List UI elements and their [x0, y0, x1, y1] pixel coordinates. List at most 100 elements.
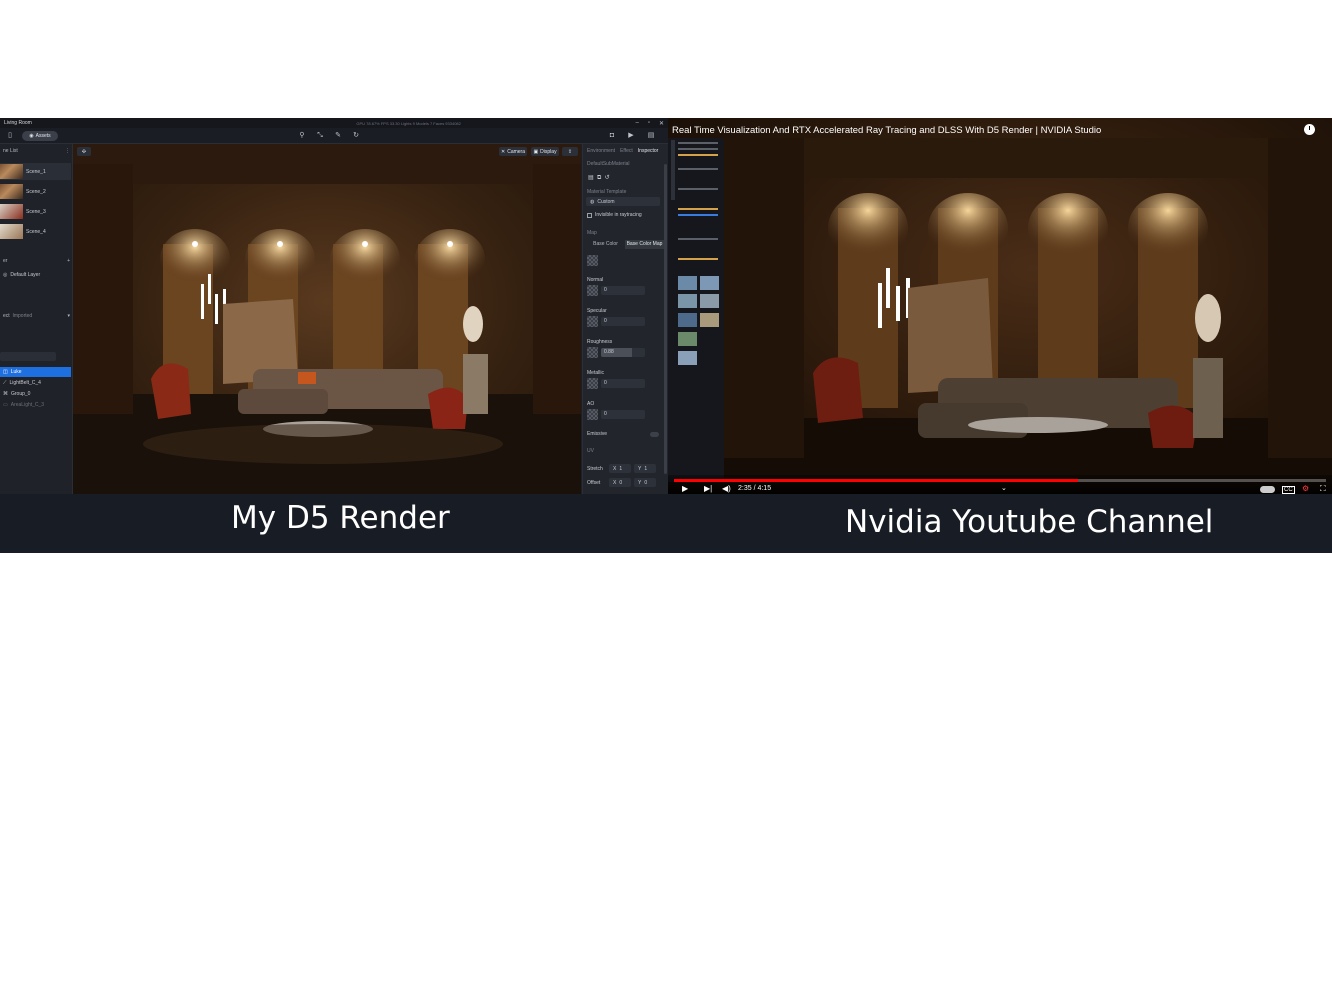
- display-icon: ▣: [533, 148, 539, 155]
- next-icon[interactable]: ▶|: [704, 484, 712, 493]
- subtitles-icon[interactable]: CC: [1282, 486, 1295, 494]
- scene-item[interactable]: Scene_1: [0, 163, 71, 180]
- normal-label: Normal: [587, 277, 604, 283]
- eye-icon[interactable]: ◎: [3, 272, 7, 278]
- render-viewport[interactable]: ✣ ✕ Camera ▣ Display ⇪: [73, 144, 581, 494]
- scene-item[interactable]: Scene_4: [0, 223, 71, 240]
- brush-icon[interactable]: ✎: [334, 132, 342, 140]
- panorama-icon[interactable]: ▤: [647, 132, 655, 140]
- stretch-label: Stretch: [587, 466, 603, 472]
- chevron-down-icon[interactable]: ⌄: [1001, 484, 1007, 493]
- object-row[interactable]: ▭ AreaLight_C_3: [0, 400, 71, 410]
- video-frame[interactable]: [668, 118, 1332, 494]
- object-row[interactable]: ◫ Luke: [0, 367, 71, 377]
- roughness-slider[interactable]: 0.88: [601, 348, 645, 357]
- emissive-toggle[interactable]: [650, 432, 659, 437]
- video-title[interactable]: Real Time Visualization And RTX Accelera…: [672, 125, 1101, 136]
- object-row[interactable]: ⟋ LightBelt_C_4: [0, 378, 71, 388]
- offset-label: Offset: [587, 480, 601, 486]
- specular-label: Specular: [587, 308, 607, 314]
- object-row[interactable]: ⌘ Group_0: [0, 389, 71, 399]
- scene-thumbnail: [0, 204, 23, 219]
- tab-effect[interactable]: Effect: [620, 148, 633, 154]
- light-belt-icon: ⟋: [3, 380, 7, 386]
- offset-x-input[interactable]: X 0: [609, 478, 631, 487]
- display-button[interactable]: ▣ Display: [531, 147, 559, 156]
- emissive-label: Emissive: [587, 431, 608, 437]
- window-title: Living Room: [4, 120, 32, 126]
- tab-imported[interactable]: Imported: [12, 313, 32, 319]
- template-label: Material Template: [587, 189, 627, 195]
- volume-icon[interactable]: ◀): [722, 484, 731, 493]
- specular-map-slot[interactable]: [587, 316, 598, 327]
- video-icon[interactable]: ▶: [627, 132, 635, 140]
- tab-base-color[interactable]: Base Color: [586, 240, 625, 249]
- roughness-map-slot[interactable]: [587, 347, 598, 358]
- share-dropdown[interactable]: ⇪: [562, 147, 578, 156]
- object-name: Group_0: [11, 391, 31, 397]
- screenshot-icon[interactable]: ◘: [608, 132, 616, 140]
- invisible-label: Invisible in raytracing: [595, 212, 642, 218]
- material-tools-icon[interactable]: ▤ ⧉ ↺: [588, 174, 610, 182]
- tab-base-color-map[interactable]: Base Color Map: [625, 240, 664, 249]
- tab-inspector[interactable]: Inspector: [638, 148, 659, 154]
- pin-icon[interactable]: ⚲: [298, 132, 306, 140]
- minimize-icon[interactable]: –: [635, 120, 638, 127]
- scene-label: Scene_1: [26, 168, 46, 175]
- fullscreen-icon[interactable]: ⛶: [1320, 484, 1326, 493]
- invisible-checkbox[interactable]: [587, 212, 592, 218]
- file-icon[interactable]: ▯: [6, 132, 14, 140]
- assets-button[interactable]: ◉ Assets: [22, 131, 58, 141]
- time-display: 2:35 / 4:15: [738, 485, 772, 492]
- measure-icon[interactable]: ⤡: [316, 132, 324, 140]
- scene-label: Scene_4: [26, 228, 46, 235]
- group-icon: ⌘: [3, 391, 8, 397]
- offset-x-value: 0: [619, 479, 623, 486]
- rotate-icon[interactable]: ↻: [352, 132, 360, 140]
- normal-input[interactable]: 0: [601, 286, 645, 295]
- layer-row[interactable]: ◎ Default Layer: [0, 270, 71, 280]
- object-name: AreaLight_C_3: [10, 402, 45, 408]
- settings-icon[interactable]: ⚙: [1302, 484, 1309, 493]
- scene-item[interactable]: Scene_3: [0, 203, 71, 220]
- ao-input[interactable]: 0: [601, 410, 645, 419]
- scene-thumbnail: [0, 184, 23, 199]
- tab-environment[interactable]: Environment: [587, 148, 615, 154]
- view-mode-dropdown[interactable]: ✣: [77, 147, 91, 156]
- stretch-x-input[interactable]: X 1: [609, 464, 631, 473]
- stretch-y-value: 1: [644, 465, 648, 472]
- progress-bar[interactable]: [674, 479, 1326, 482]
- inspector-tabs: Environment Effect Inspector: [583, 146, 669, 156]
- maximize-icon[interactable]: ▫: [648, 120, 650, 127]
- inspector-scrollbar[interactable]: [664, 164, 667, 474]
- scene-item[interactable]: Scene_2: [0, 183, 71, 200]
- specular-input[interactable]: 0: [601, 317, 645, 326]
- scene-thumbnail: [0, 164, 23, 179]
- watch-later-icon[interactable]: [1304, 124, 1315, 135]
- ao-map-slot[interactable]: [587, 409, 598, 420]
- played-bar: [674, 479, 1079, 482]
- metallic-input[interactable]: 0: [601, 379, 645, 388]
- autoplay-toggle[interactable]: [1260, 486, 1275, 493]
- metallic-map-slot[interactable]: [587, 378, 598, 389]
- object-search-input[interactable]: [0, 352, 56, 361]
- invisible-checkbox-row[interactable]: Invisible in raytracing: [587, 212, 642, 218]
- play-icon[interactable]: ▶: [682, 484, 688, 493]
- offset-y-input[interactable]: Y 0: [634, 478, 656, 487]
- filter-icon[interactable]: ▾: [67, 313, 70, 321]
- normal-map-slot[interactable]: [587, 285, 598, 296]
- camera-button[interactable]: ✕ Camera: [499, 147, 527, 156]
- stretch-y-input[interactable]: Y 1: [634, 464, 656, 473]
- close-icon[interactable]: ✕: [659, 120, 664, 127]
- metallic-label: Metallic: [587, 370, 604, 376]
- youtube-player[interactable]: Real Time Visualization And RTX Accelera…: [668, 118, 1332, 494]
- add-layer-icon[interactable]: +: [67, 258, 70, 266]
- scene-options-icon[interactable]: ⋮: [65, 148, 70, 156]
- template-select[interactable]: ◍ Custom: [586, 197, 660, 206]
- base-color-map-slot[interactable]: [587, 255, 598, 266]
- axis-icon: ✣: [81, 148, 87, 155]
- tab-object[interactable]: ect Imported: [3, 313, 32, 321]
- assets-label: Assets: [35, 133, 51, 139]
- camera-label: Camera: [507, 148, 525, 155]
- camera-icon: ✕: [501, 148, 506, 155]
